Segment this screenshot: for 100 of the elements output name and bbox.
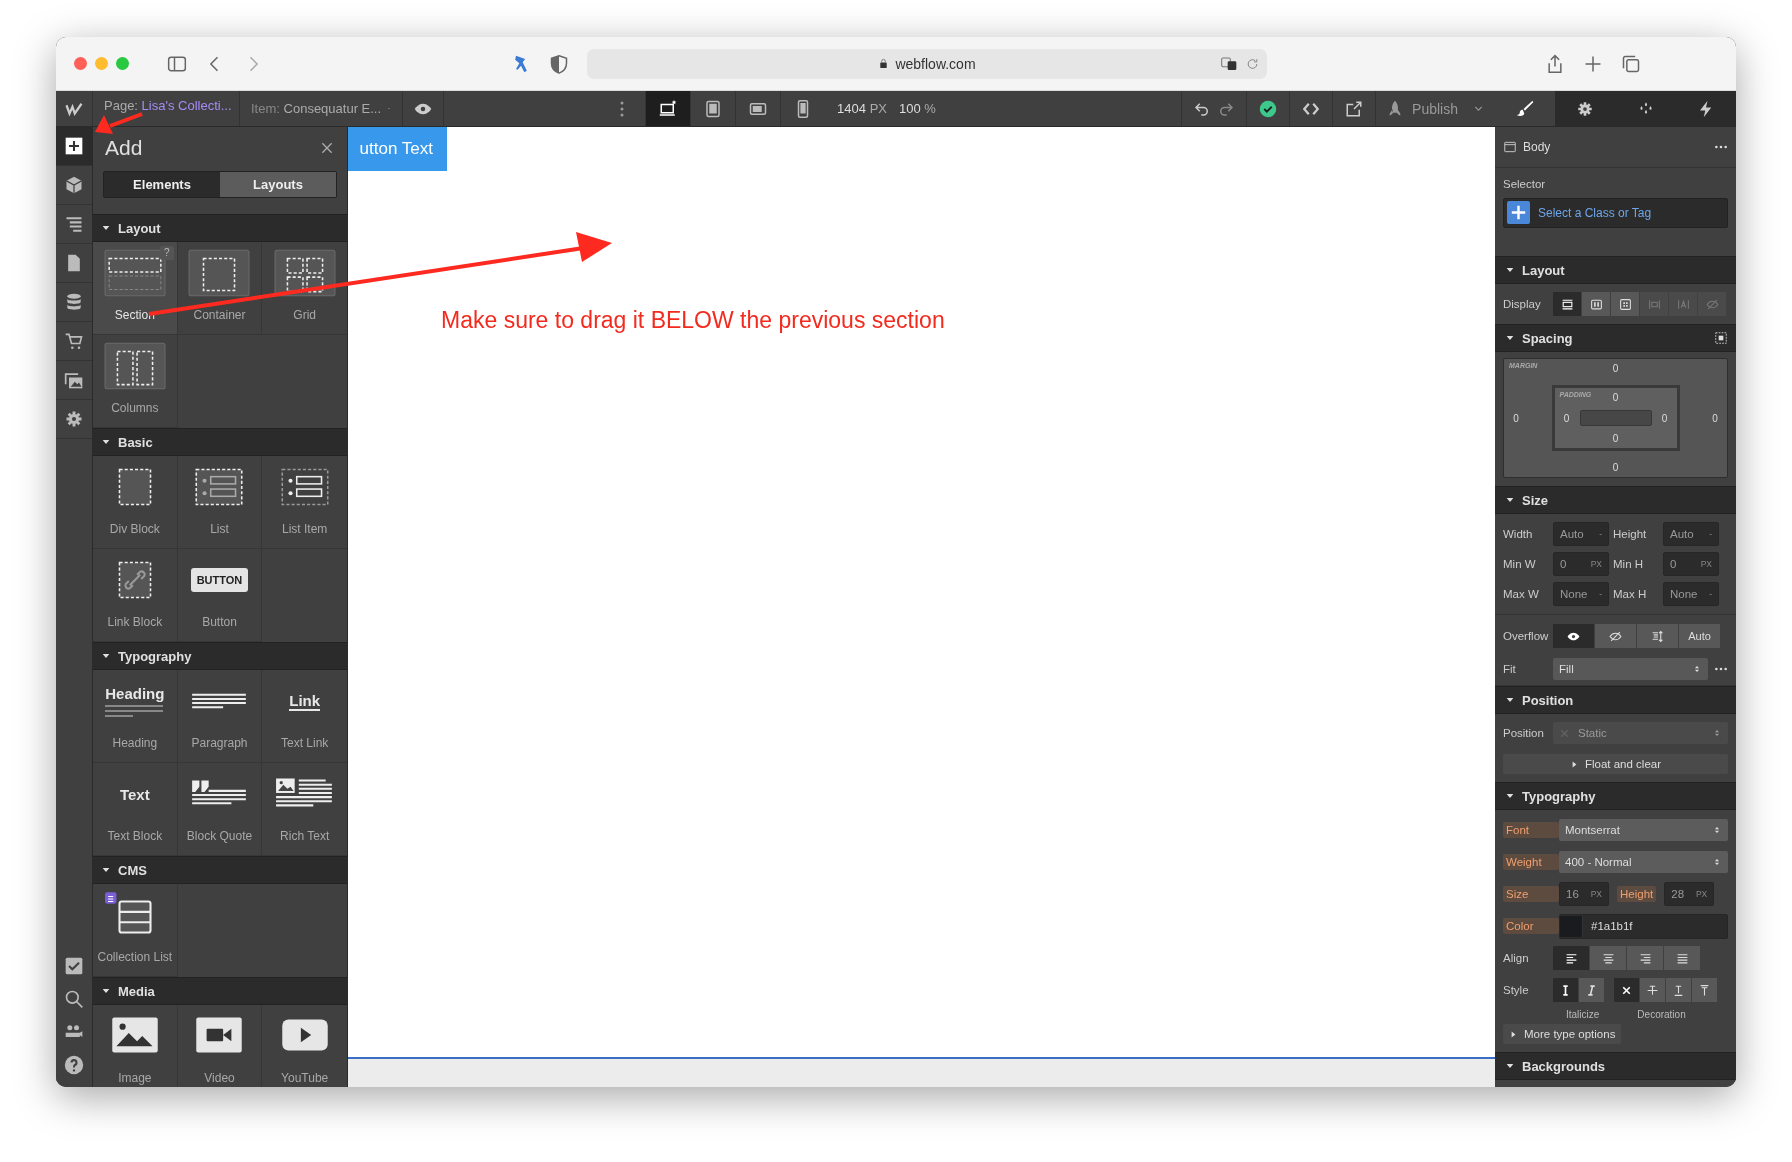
italic-option[interactable]	[1579, 978, 1605, 1002]
line-height-field[interactable]: 28 PX	[1664, 882, 1715, 906]
size-field[interactable]: 0 PX	[1663, 552, 1719, 576]
section-header[interactable]: Layout	[1495, 256, 1736, 284]
tabs-icon[interactable]	[1621, 53, 1641, 74]
inline-icon	[1676, 297, 1690, 311]
decoration-option[interactable]	[1666, 978, 1692, 1002]
size-field[interactable]: 0 PX	[1553, 552, 1609, 576]
zoom-level: 100 %	[899, 101, 936, 116]
translate-icon[interactable]	[1221, 55, 1237, 72]
element-tile[interactable]: Video	[177, 1005, 263, 1087]
size-field[interactable]: None -	[1553, 582, 1609, 606]
field-label: Max W	[1503, 588, 1540, 600]
overflow-option[interactable]: Auto	[1679, 624, 1721, 648]
canvas-width: 1404 PX	[837, 101, 887, 116]
padding-bottom-value[interactable]: 0	[1603, 433, 1628, 444]
section-header[interactable]: Size	[1495, 486, 1736, 514]
gear-icon	[64, 409, 84, 429]
columns-icon	[103, 342, 166, 390]
item-selector[interactable]: Item: Consequatur E...	[239, 91, 402, 126]
size-field[interactable]: Auto -	[1553, 522, 1609, 546]
justify-icon	[1675, 951, 1689, 965]
element-tile[interactable]: Div Block	[93, 456, 178, 549]
close-icon[interactable]	[319, 140, 335, 156]
panel-tab[interactable]: Elements	[104, 172, 220, 197]
element-tile[interactable]: Link Block	[93, 549, 178, 642]
canvas-button[interactable]: utton Text	[348, 127, 447, 171]
element-tile[interactable]: Grid	[262, 242, 347, 335]
add-icon[interactable]	[1507, 201, 1530, 224]
section-header[interactable]: Spacing	[1495, 324, 1736, 352]
panel-tab[interactable]: Layouts	[220, 172, 336, 197]
field-label: Position	[1503, 727, 1545, 739]
align-option[interactable]	[1627, 946, 1664, 970]
brush-icon	[1516, 99, 1535, 118]
display-option[interactable]	[1582, 292, 1611, 316]
margin-right-value[interactable]: 0	[1703, 412, 1727, 424]
padding-right-value[interactable]: 0	[1652, 412, 1677, 424]
device-button[interactable]	[645, 91, 691, 126]
grid-icon	[273, 249, 336, 297]
element-tile[interactable]: Rich Text	[262, 763, 347, 856]
section-header[interactable]: Basic	[93, 428, 347, 456]
font-size-field[interactable]: 16 PX	[1559, 882, 1609, 906]
element-tile[interactable]: List	[177, 456, 263, 549]
section-header[interactable]: CMS	[93, 856, 347, 884]
block-icon	[1560, 297, 1574, 311]
close-window-button[interactable]	[74, 57, 87, 70]
export-icon[interactable]	[1345, 99, 1364, 118]
italic-icon	[1585, 983, 1598, 997]
align-option[interactable]	[1664, 946, 1701, 970]
element-name: Body	[1523, 140, 1551, 154]
color-swatch[interactable]	[1560, 915, 1583, 937]
section-header[interactable]: Typography	[93, 642, 347, 670]
element-tile[interactable]: Heading Heading	[93, 670, 178, 763]
element-tile[interactable]: Container	[177, 242, 263, 335]
align-option[interactable]	[1553, 946, 1590, 970]
margin-bottom-value[interactable]: 0	[1603, 462, 1628, 473]
element-tile[interactable]: Image	[93, 1005, 178, 1087]
selector-field[interactable]: Select a Class or Tag	[1503, 198, 1728, 228]
color-value[interactable]: #1a1b1f	[1591, 920, 1633, 932]
italic-option[interactable]	[1553, 978, 1579, 1002]
decoration-option[interactable]	[1614, 978, 1640, 1002]
fit-dropdown[interactable]: Fill	[1553, 658, 1708, 680]
align-right-icon	[1638, 951, 1652, 965]
field-caption: Decoration	[1637, 1008, 1686, 1020]
margin-left-value[interactable]: 0	[1504, 412, 1528, 424]
element-tile[interactable]: Paragraph	[177, 670, 263, 763]
spacing-toggle-icon[interactable]	[1714, 331, 1728, 345]
share-icon[interactable]	[1545, 53, 1565, 74]
display-option[interactable]	[1553, 292, 1582, 316]
element-tile[interactable]: List Item	[262, 456, 347, 549]
size-field[interactable]: Auto -	[1663, 522, 1719, 546]
help-badge[interactable]: ?	[159, 246, 174, 260]
element-tile[interactable]: BUTTON Button	[177, 549, 263, 642]
field-label: Style	[1503, 984, 1530, 996]
margin-top-value[interactable]: 0	[1603, 363, 1628, 374]
overflow-option[interactable]	[1553, 624, 1595, 648]
display-option[interactable]	[1611, 292, 1640, 316]
annotation-text: Make sure to drag it BELOW the previous section	[441, 307, 945, 334]
element-tile[interactable]: Columns	[93, 335, 178, 428]
section-header[interactable]: Media	[93, 977, 347, 1005]
address-bar[interactable]: webflow.com	[587, 48, 1267, 79]
font-dropdown[interactable]: Montserrat	[1559, 819, 1728, 841]
more-type-options-button[interactable]: More type options	[1503, 1024, 1622, 1044]
weight-dropdown[interactable]: 400 - Normal	[1559, 851, 1728, 873]
size-field[interactable]: None -	[1663, 582, 1719, 606]
overline-icon	[1698, 983, 1711, 997]
element-tile[interactable]: Collection List	[93, 884, 178, 977]
panel-tab[interactable]	[1495, 91, 1556, 126]
decoration-option[interactable]	[1692, 978, 1718, 1002]
align-option[interactable]	[1590, 946, 1627, 970]
help-icon	[64, 1054, 84, 1075]
padding-top-value[interactable]: 0	[1603, 392, 1628, 403]
padding-left-value[interactable]: 0	[1554, 412, 1579, 424]
element-tile[interactable]: Link Text Link	[262, 670, 347, 763]
element-tile[interactable]: YouTube	[262, 1005, 347, 1087]
decoration-option[interactable]	[1640, 978, 1666, 1002]
section-header[interactable]: Layout	[93, 214, 347, 242]
section-header[interactable]: Typography	[1495, 782, 1736, 810]
shield-icon[interactable]	[549, 53, 569, 74]
section-header[interactable]: Backgrounds	[1495, 1052, 1736, 1080]
